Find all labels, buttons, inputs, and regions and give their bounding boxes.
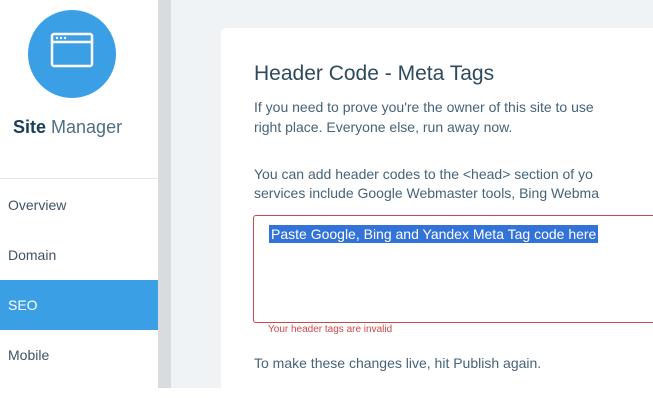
site-logo xyxy=(28,10,116,98)
description-line-2: services include Google Webmaster tools,… xyxy=(254,185,599,201)
publish-note: To make these changes live, hit Publish … xyxy=(254,355,542,371)
brand-light: Manager xyxy=(51,117,123,137)
page-title: Header Code - Meta Tags xyxy=(254,62,495,85)
sidebar-item-label: SEO xyxy=(8,297,38,313)
sidebar-item-label: Mobile xyxy=(8,347,50,363)
header-code-card: Header Code - Meta Tags If you need to p… xyxy=(221,28,653,398)
sidebar-separator xyxy=(158,0,171,388)
sidebar-divider xyxy=(0,178,158,179)
sidebar-item-mobile[interactable]: Mobile xyxy=(0,330,158,380)
sidebar: Site Manager Overview Domain SEO Mobile xyxy=(0,0,158,388)
intro-text-line-1: If you need to prove you're the owner of… xyxy=(254,99,594,115)
browser-window-icon xyxy=(50,32,94,68)
brand-strong: Site xyxy=(13,117,47,137)
meta-tag-textarea[interactable]: Paste Google, Bing and Yandex Meta Tag c… xyxy=(253,215,653,323)
sidebar-item-seo[interactable]: SEO xyxy=(0,280,158,330)
textarea-selected-text: Paste Google, Bing and Yandex Meta Tag c… xyxy=(269,225,599,243)
description-line-1: You can add header codes to the <head> s… xyxy=(254,166,593,182)
main-panel: Header Code - Meta Tags If you need to p… xyxy=(171,0,653,398)
site-manager-title: Site Manager xyxy=(13,117,122,138)
validation-error: Your header tags are invalid xyxy=(268,324,393,335)
sidebar-item-label: Domain xyxy=(8,247,57,263)
sidebar-item-domain[interactable]: Domain xyxy=(0,230,158,280)
sidebar-item-overview[interactable]: Overview xyxy=(0,180,158,230)
sidebar-item-label: Overview xyxy=(8,197,67,213)
intro-text-line-2: right place. Everyone else, run away now… xyxy=(254,119,513,135)
